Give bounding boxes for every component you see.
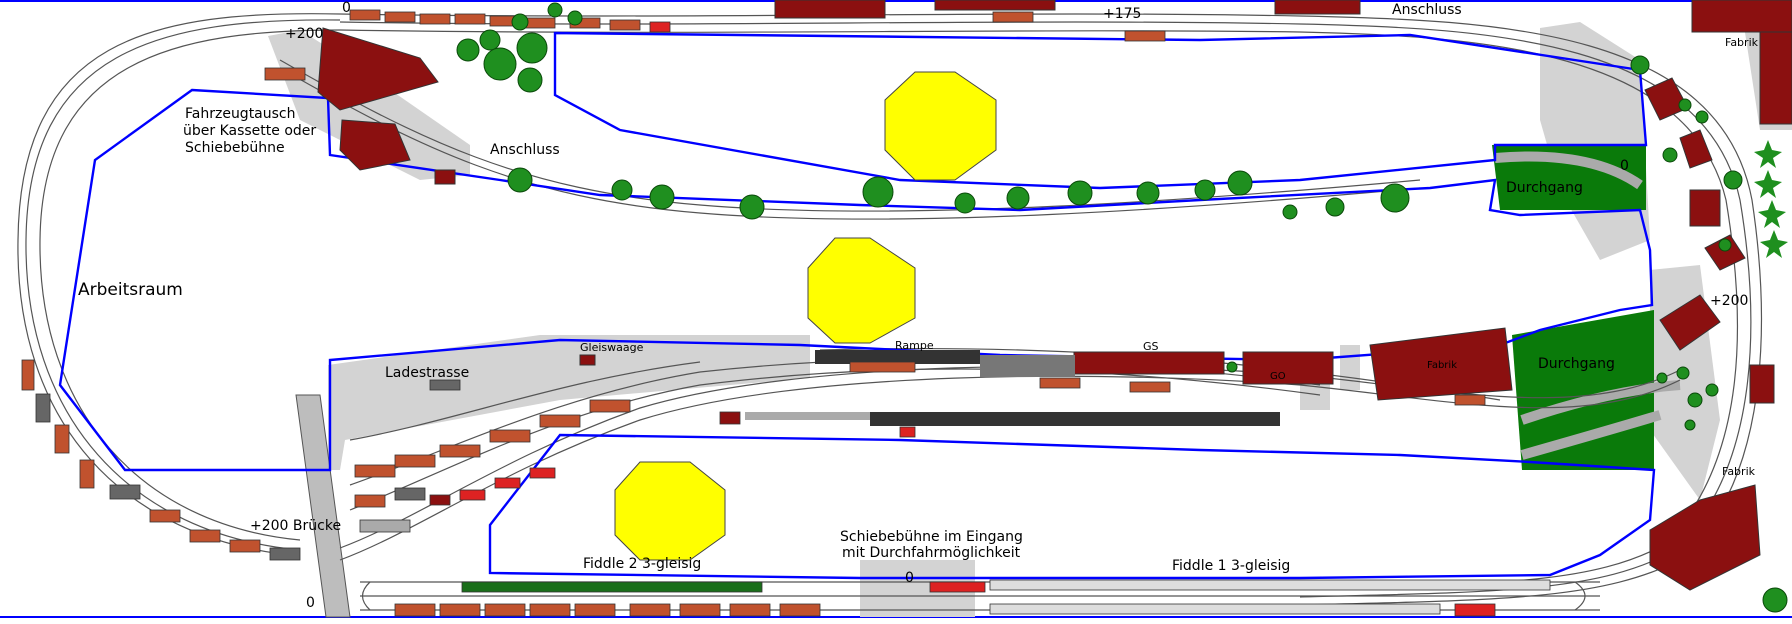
label-zero-top: 0 — [342, 0, 351, 16]
label-fiddle1: Fiddle 1 3-gleisig — [1172, 558, 1290, 574]
label-plus200-right: +200 — [1710, 293, 1748, 309]
label-plus175: +175 — [1103, 6, 1141, 22]
building-right-2 — [1679, 129, 1713, 169]
building-fabrik-bottom — [1649, 484, 1761, 591]
label-rampe: Rampe — [895, 339, 934, 352]
building-left-top — [317, 27, 439, 111]
label-fabrik-right: Fabrik — [1722, 465, 1756, 478]
building-go — [1242, 351, 1334, 385]
building-fabrik-side — [1759, 31, 1792, 125]
label-durchgang-mid: Durchgang — [1538, 356, 1615, 372]
label-schiebebuehne-1: Schiebebühne im Eingang — [840, 529, 1023, 545]
label-fiddle2: Fiddle 2 3-gleisig — [583, 556, 701, 572]
layout-plan: Arbeitsraum Fahrzeugtausch über Kassette… — [0, 0, 1792, 619]
label-go: GO — [1270, 371, 1286, 382]
column-mid — [807, 237, 916, 344]
label-anschluss-left: Anschluss — [490, 142, 560, 158]
rolling-stock — [21, 9, 1496, 617]
column-bottom — [614, 461, 726, 561]
label-gs: GS — [1143, 340, 1159, 353]
label-fabrik-top: Fabrik — [1725, 36, 1759, 49]
track-plan-drawing: Arbeitsraum Fahrzeugtausch über Kassette… — [0, 0, 1792, 618]
building-gs — [1073, 351, 1225, 375]
fiddle-yard-wagons — [461, 579, 1551, 615]
building-top-3 — [1274, 0, 1361, 15]
columns — [614, 71, 997, 561]
building-right-3 — [1689, 189, 1721, 227]
label-gleiswaage: Gleiswaage — [580, 341, 644, 354]
column-top — [884, 71, 997, 181]
building-right-1 — [1644, 77, 1689, 121]
label-zero-bottom-left: 0 — [306, 595, 315, 611]
label-anschluss-top: Anschluss — [1392, 2, 1462, 18]
building-gleiswaage — [579, 354, 596, 366]
label-fahrzeugtausch-2: über Kassette oder — [183, 123, 316, 139]
building-top-1 — [774, 0, 886, 19]
label-schiebebuehne-2: mit Durchfahrmöglichkeit — [842, 545, 1021, 561]
building-right-6 — [1749, 364, 1775, 404]
label-arbeitsraum: Arbeitsraum — [78, 280, 183, 300]
building-small-left — [434, 169, 456, 185]
label-ladestrasse: Ladestrasse — [385, 365, 469, 381]
label-fabrik-center: Fabrik — [1427, 360, 1457, 371]
label-zero-bottom-mid: 0 — [905, 570, 914, 586]
label-plus200-bruecke: +200 Brücke — [250, 518, 341, 534]
label-fahrzeugtausch-3: Schiebebühne — [185, 140, 285, 156]
label-plus200-top: +200 — [285, 26, 323, 42]
building-fabrik-top — [1691, 0, 1792, 33]
label-fahrzeugtausch-1: Fahrzeugtausch — [185, 106, 296, 122]
building-top-2 — [934, 0, 1056, 11]
label-zero-durchgang: 0 — [1620, 158, 1629, 174]
star-plants — [1754, 140, 1788, 258]
platform-areas — [268, 0, 1792, 617]
label-durchgang-top: Durchgang — [1506, 180, 1583, 196]
